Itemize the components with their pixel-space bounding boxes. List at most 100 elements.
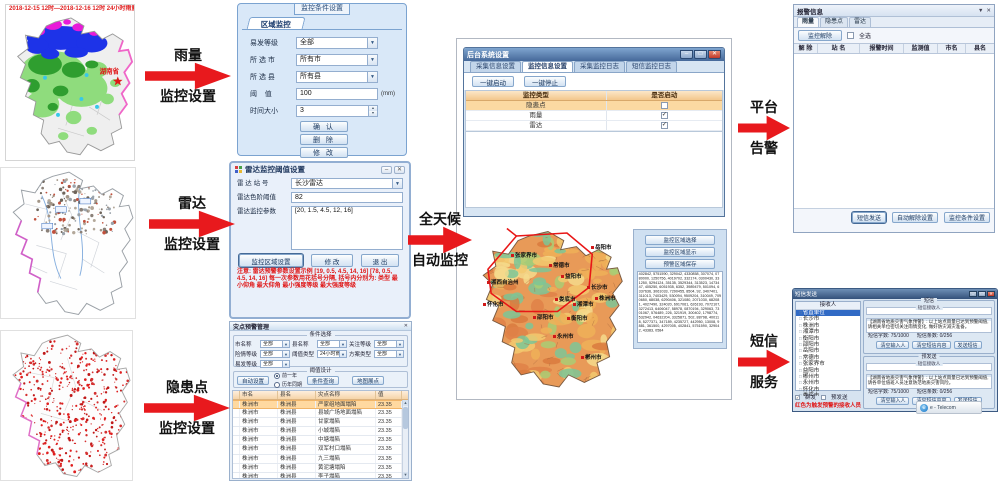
table-row[interactable]: 株洲市 株洲县 九三塌陷 23.35 bbox=[233, 455, 408, 464]
system-tab[interactable]: 监控信息设置 bbox=[522, 61, 573, 72]
send-sms-button[interactable]: 发送短信 bbox=[954, 341, 982, 349]
table-row[interactable]: 株洲市 株洲县 李子塌陷 23.35 bbox=[233, 473, 408, 479]
chevron-down-icon[interactable]: ▼ bbox=[282, 341, 289, 347]
alarm-tab[interactable]: 雷达 bbox=[849, 17, 871, 27]
chevron-down-icon[interactable]: ▼ bbox=[282, 361, 289, 367]
confirm-button[interactable]: 确 认 bbox=[300, 121, 348, 132]
county-select[interactable]: 所有县▼ bbox=[296, 71, 378, 83]
monitor-region-settings-button[interactable]: 监控区域设置 bbox=[239, 254, 303, 267]
pre-send-checkbox[interactable] bbox=[821, 395, 826, 400]
one-key-start-button[interactable]: 一键启动 bbox=[472, 76, 514, 87]
risk-level-select[interactable]: 全部▼ bbox=[296, 37, 378, 49]
close-button[interactable]: ✕ bbox=[708, 50, 721, 59]
table-row[interactable]: 株洲市 株洲县 县城广场地面塌陷 23.35 bbox=[233, 409, 408, 418]
exit-button[interactable]: 退 出 bbox=[361, 254, 399, 267]
filter-select[interactable]: 全部▼ bbox=[260, 340, 290, 348]
scrollbar[interactable]: ▲ ▼ bbox=[402, 400, 408, 478]
group-send-checkbox[interactable]: ✓ bbox=[795, 395, 800, 400]
radar-station-select[interactable]: 长沙雷达▼ bbox=[291, 178, 403, 189]
auto-set-button[interactable]: 自动设置 bbox=[237, 376, 269, 385]
minimize-button[interactable]: – bbox=[680, 50, 693, 59]
same-period-radio[interactable] bbox=[274, 382, 280, 388]
city-select[interactable]: 所有市▼ bbox=[296, 54, 378, 66]
color-threshold-input[interactable]: 82 bbox=[291, 192, 403, 203]
system-tab[interactable]: 短信监控日志 bbox=[626, 61, 677, 72]
clear-recipients-button[interactable]: 清空输入人 bbox=[876, 397, 909, 405]
recipients-tab[interactable]: 接收人 bbox=[796, 302, 860, 310]
scrollbar-thumb[interactable] bbox=[403, 407, 408, 429]
enabled-checkbox[interactable]: ✓ bbox=[661, 122, 668, 129]
map-plot-button[interactable]: 地图展点 bbox=[352, 376, 384, 385]
region-coords-textarea[interactable]: 402842, 5751590, 329042, 4330858, 307074… bbox=[637, 271, 723, 343]
filter-select[interactable]: 全部▼ bbox=[260, 350, 290, 358]
minimize-button[interactable]: – bbox=[969, 291, 977, 297]
telecom-app-icon[interactable]: e bbox=[920, 404, 928, 412]
filter-select[interactable]: 全部▼ bbox=[374, 340, 404, 348]
monitor-region-select-button[interactable]: 监控区域选择 bbox=[645, 235, 715, 245]
table-row[interactable]: 雨量 ✓ bbox=[466, 111, 722, 121]
close-button[interactable]: ✕ bbox=[987, 291, 995, 297]
table-row[interactable]: 株洲市 株洲县 严家组地面塌陷 23.35 bbox=[233, 400, 408, 409]
chevron-down-icon[interactable]: ▼ bbox=[339, 341, 346, 347]
chevron-down-icon[interactable]: ▼ bbox=[282, 351, 289, 357]
clear-recipients-button[interactable]: 清空输入人 bbox=[876, 341, 909, 349]
threshold-input[interactable]: 100 bbox=[296, 88, 378, 100]
monitor-region-show-button[interactable]: 监控区域显示 bbox=[645, 247, 715, 257]
table-row[interactable]: 株洲市 株洲县 黄泥塘塌陷 23.35 bbox=[233, 464, 408, 473]
clear-content-button[interactable]: 清空短信内容 bbox=[912, 341, 950, 349]
table-row[interactable]: 株洲市 株洲县 双军村口塌陷 23.35 bbox=[233, 445, 408, 454]
table-row[interactable]: 株洲市 株洲县 小城塌陷 23.35 bbox=[233, 427, 408, 436]
prev-year-radio[interactable] bbox=[274, 373, 280, 379]
send-sms-button[interactable]: 短信发送 bbox=[852, 212, 886, 223]
maximize-button[interactable]: □ bbox=[978, 291, 986, 297]
close-icon[interactable]: ✕ bbox=[986, 8, 991, 14]
enabled-checkbox[interactable] bbox=[661, 102, 668, 109]
table-row[interactable]: 雷达 ✓ bbox=[466, 121, 722, 131]
maximize-button[interactable]: □ bbox=[694, 50, 707, 59]
monitor-condition-settings-button[interactable]: 监控条件设置 bbox=[944, 212, 990, 223]
chevron-down-icon[interactable]: ▼ bbox=[339, 351, 346, 357]
close-icon[interactable]: ✕ bbox=[404, 323, 408, 329]
pin-icon[interactable]: ▼ bbox=[978, 8, 983, 14]
minimize-button[interactable]: – bbox=[381, 166, 392, 174]
table-row[interactable]: 株洲市 株洲县 中塘塌陷 23.35 bbox=[233, 436, 408, 445]
stepper-arrows[interactable]: ▲▼ bbox=[368, 106, 377, 116]
chevron-down-icon[interactable]: ▼ bbox=[367, 72, 377, 82]
filter-select[interactable]: 24小时雨量▼ bbox=[317, 350, 347, 358]
condition-query-button[interactable]: 条件查询 bbox=[307, 376, 339, 385]
pre-send-content-textarea[interactable]: 短信内容【湖南省地质灾害气象预警】: 以上站点雨量已达到预警阈值, 请各单位值班… bbox=[866, 374, 992, 389]
stepper-down-icon[interactable]: ▼ bbox=[369, 111, 377, 116]
monitor-params-textarea[interactable]: [20, 1.5, 4.5, 12, 16] bbox=[291, 206, 403, 250]
filter-select[interactable]: 全部▼ bbox=[374, 350, 404, 358]
table-row[interactable]: 株洲市 株洲县 甘家塌陷 23.35 bbox=[233, 418, 408, 427]
chevron-down-icon[interactable]: ▼ bbox=[392, 179, 402, 188]
table-row[interactable]: 隐患点 bbox=[466, 101, 722, 111]
chevron-down-icon[interactable]: ▼ bbox=[367, 38, 377, 48]
one-key-stop-button[interactable]: 一键停止 bbox=[524, 76, 566, 87]
scroll-up-icon[interactable]: ▲ bbox=[403, 400, 408, 406]
modify-button[interactable]: 修 改 bbox=[300, 147, 348, 158]
modify-button[interactable]: 修 改 bbox=[311, 254, 353, 267]
delete-button[interactable]: 删 除 bbox=[300, 134, 348, 145]
system-tab[interactable]: 采集监控日志 bbox=[574, 61, 625, 72]
chevron-down-icon[interactable]: ▼ bbox=[367, 55, 377, 65]
piece-count: 短信条数: 0/256 bbox=[917, 333, 952, 340]
warning-region-save-button[interactable]: 预警区域保存 bbox=[645, 259, 715, 269]
time-size-stepper[interactable]: 3 ▲▼ bbox=[296, 105, 378, 117]
sms-recipient-input[interactable]: 短信接收人 bbox=[866, 307, 992, 315]
enabled-checkbox[interactable]: ✓ bbox=[661, 112, 668, 119]
select-all-checkbox[interactable] bbox=[847, 32, 854, 39]
filter-select[interactable]: 全部▼ bbox=[260, 360, 290, 368]
alarm-tab[interactable]: 隐患点 bbox=[820, 17, 848, 27]
release-monitor-button[interactable]: 监控解除 bbox=[798, 30, 842, 41]
chevron-down-icon[interactable]: ▼ bbox=[396, 341, 403, 347]
chevron-down-icon[interactable]: ▼ bbox=[396, 351, 403, 357]
system-tab[interactable]: 采集信息设置 bbox=[470, 61, 521, 72]
scroll-down-icon[interactable]: ▼ bbox=[403, 472, 408, 478]
pre-send-recipient-input[interactable]: 短信接收人 bbox=[866, 363, 992, 371]
auto-release-settings-button[interactable]: 自动解除设置 bbox=[892, 212, 938, 223]
filter-select[interactable]: 全部▼ bbox=[317, 340, 347, 348]
alarm-tab[interactable]: 雨量 bbox=[797, 17, 819, 27]
sms-content-textarea[interactable]: 短信内容【湖南省地质灾害气象预警】: 以上站点雨量已达到预警阈值, 请相关单位密… bbox=[866, 318, 992, 333]
close-button[interactable]: ✕ bbox=[394, 166, 405, 174]
